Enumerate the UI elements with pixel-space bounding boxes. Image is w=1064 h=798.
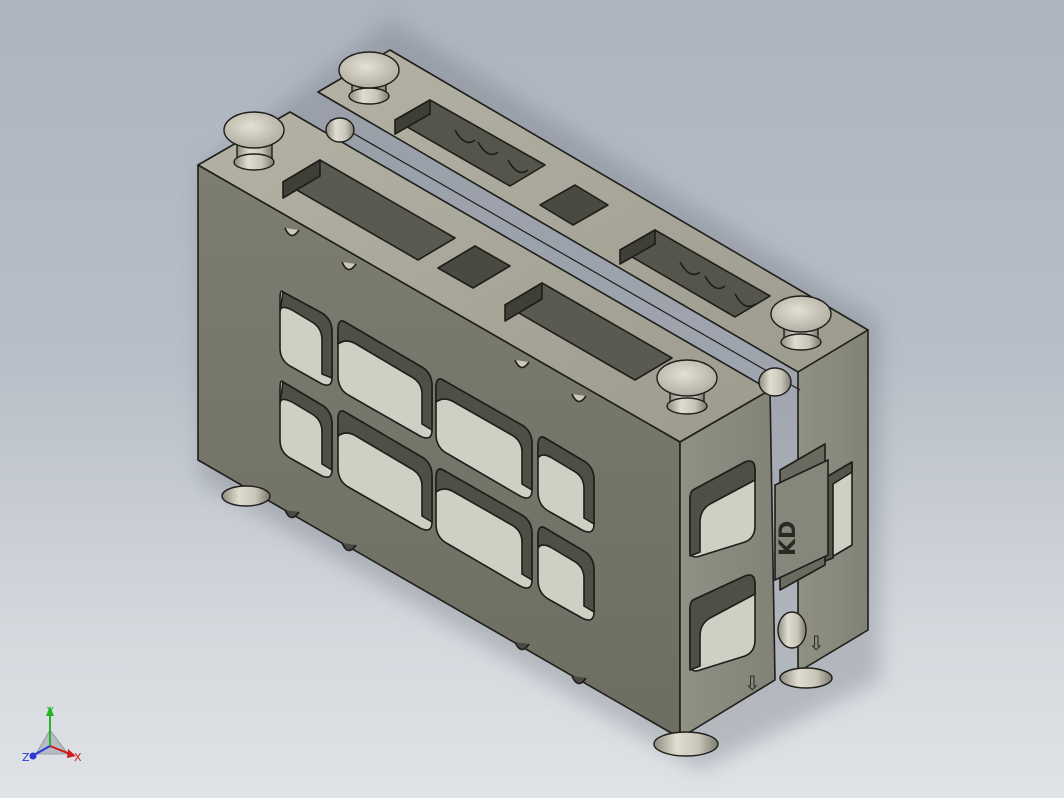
direction-arrow-rear: ⇩ xyxy=(808,631,825,655)
orientation-triad: Y X Z xyxy=(22,705,82,764)
triad-x-label: X xyxy=(74,751,82,764)
model-viewport[interactable]: KD ⇩ ⇩ Y X Z xyxy=(0,0,1064,798)
triad-z-arrow xyxy=(29,752,37,760)
part-marking-text: KD xyxy=(776,521,801,556)
connector-insert-model[interactable]: KD ⇩ ⇩ xyxy=(0,0,1064,798)
triad-y-label: Y xyxy=(46,705,54,718)
direction-arrow-front: ⇩ xyxy=(744,671,761,695)
triad-z-label: Z xyxy=(22,751,30,764)
